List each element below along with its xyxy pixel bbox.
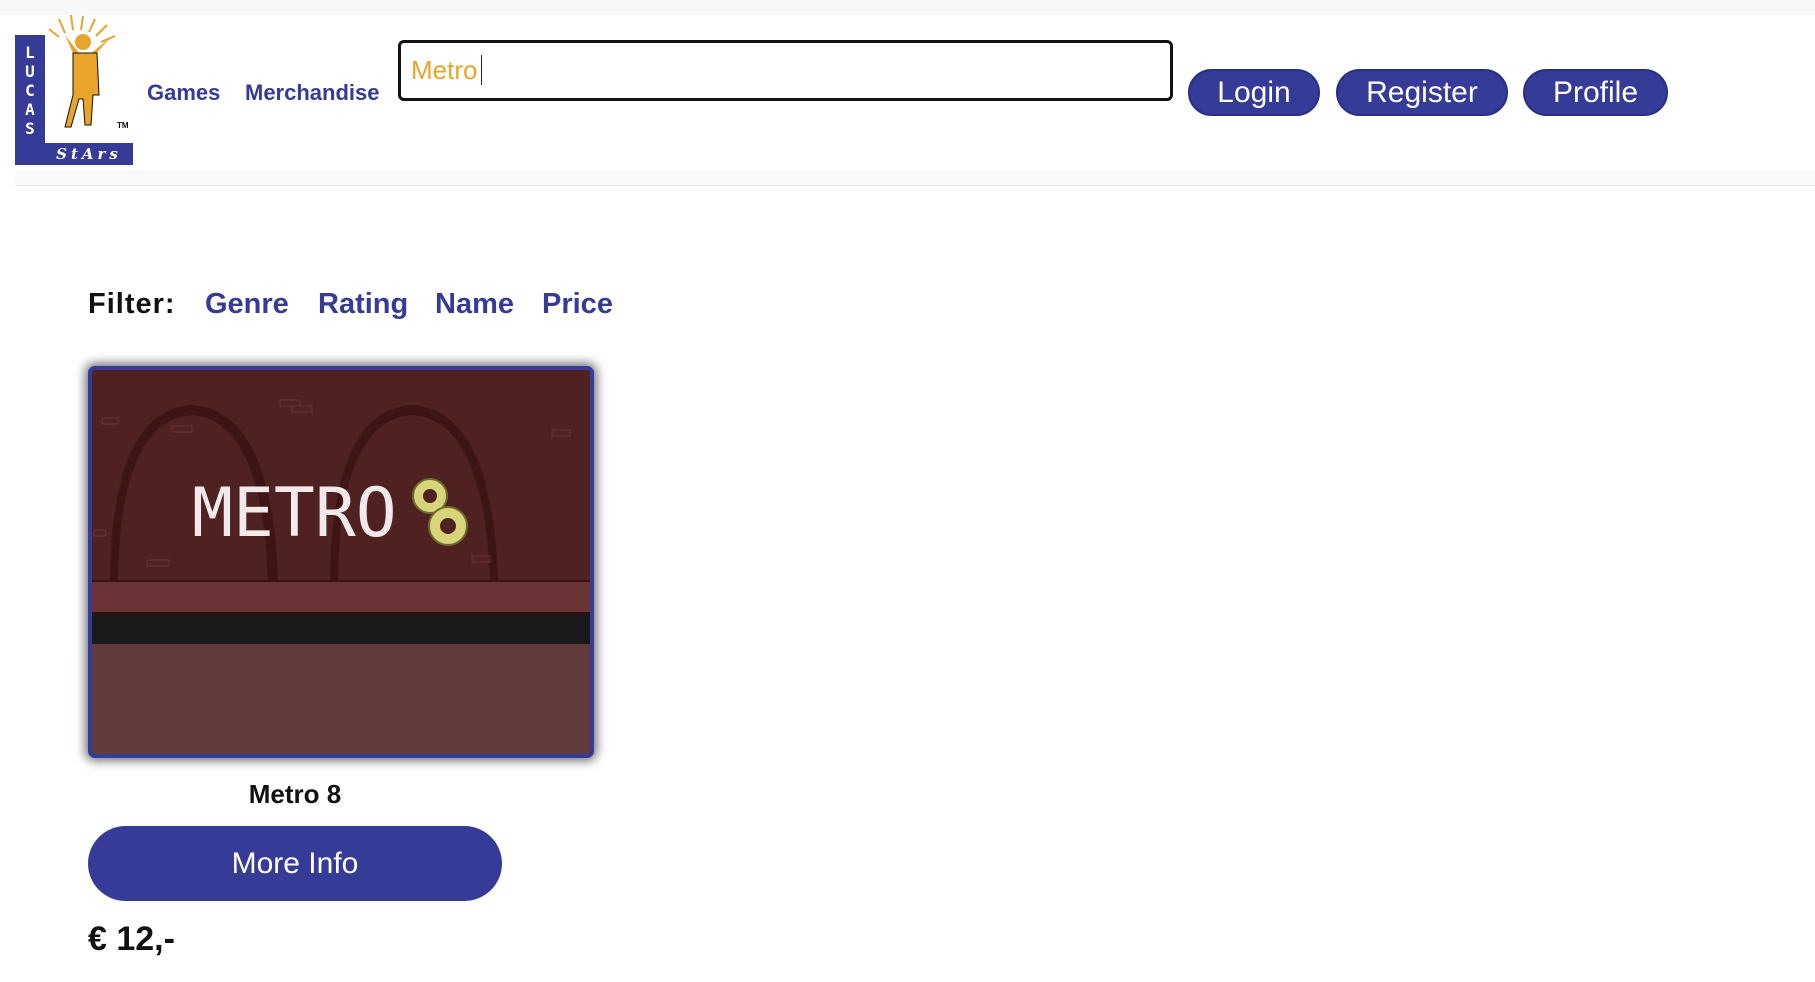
filter-label: Filter: [88, 288, 176, 320]
nav-merchandise-link[interactable]: Merchandise [245, 80, 380, 106]
login-button[interactable]: Login [1188, 69, 1320, 116]
cover-title-text: METRO [192, 474, 397, 553]
header-divider [15, 185, 1815, 186]
logo-trademark: TM [117, 121, 129, 130]
register-button[interactable]: Register [1336, 69, 1508, 116]
filter-name[interactable]: Name [435, 288, 514, 321]
filter-genre[interactable]: Genre [205, 288, 289, 321]
filter-rating[interactable]: Rating [318, 288, 408, 321]
lucastars-logo[interactable]: LUCAS StArs TM [15, 15, 133, 165]
logo-script-text: StArs [56, 145, 122, 163]
metro-tunnel-art: METRO [92, 370, 590, 754]
header-bottom-band [15, 171, 1815, 185]
profile-button[interactable]: Profile [1523, 69, 1668, 116]
game-title: Metro 8 [248, 779, 342, 809]
search-input[interactable] [398, 40, 1173, 101]
game-price: € 12,- [88, 920, 175, 958]
logo-vertical-letters: LUCAS [25, 43, 35, 138]
game-cover-image[interactable]: METRO [88, 366, 594, 758]
top-strip [0, 0, 1815, 15]
text-caret [481, 55, 482, 85]
filter-price[interactable]: Price [542, 288, 613, 321]
nav-games-link[interactable]: Games [147, 80, 220, 106]
more-info-button[interactable]: More Info [88, 826, 502, 901]
